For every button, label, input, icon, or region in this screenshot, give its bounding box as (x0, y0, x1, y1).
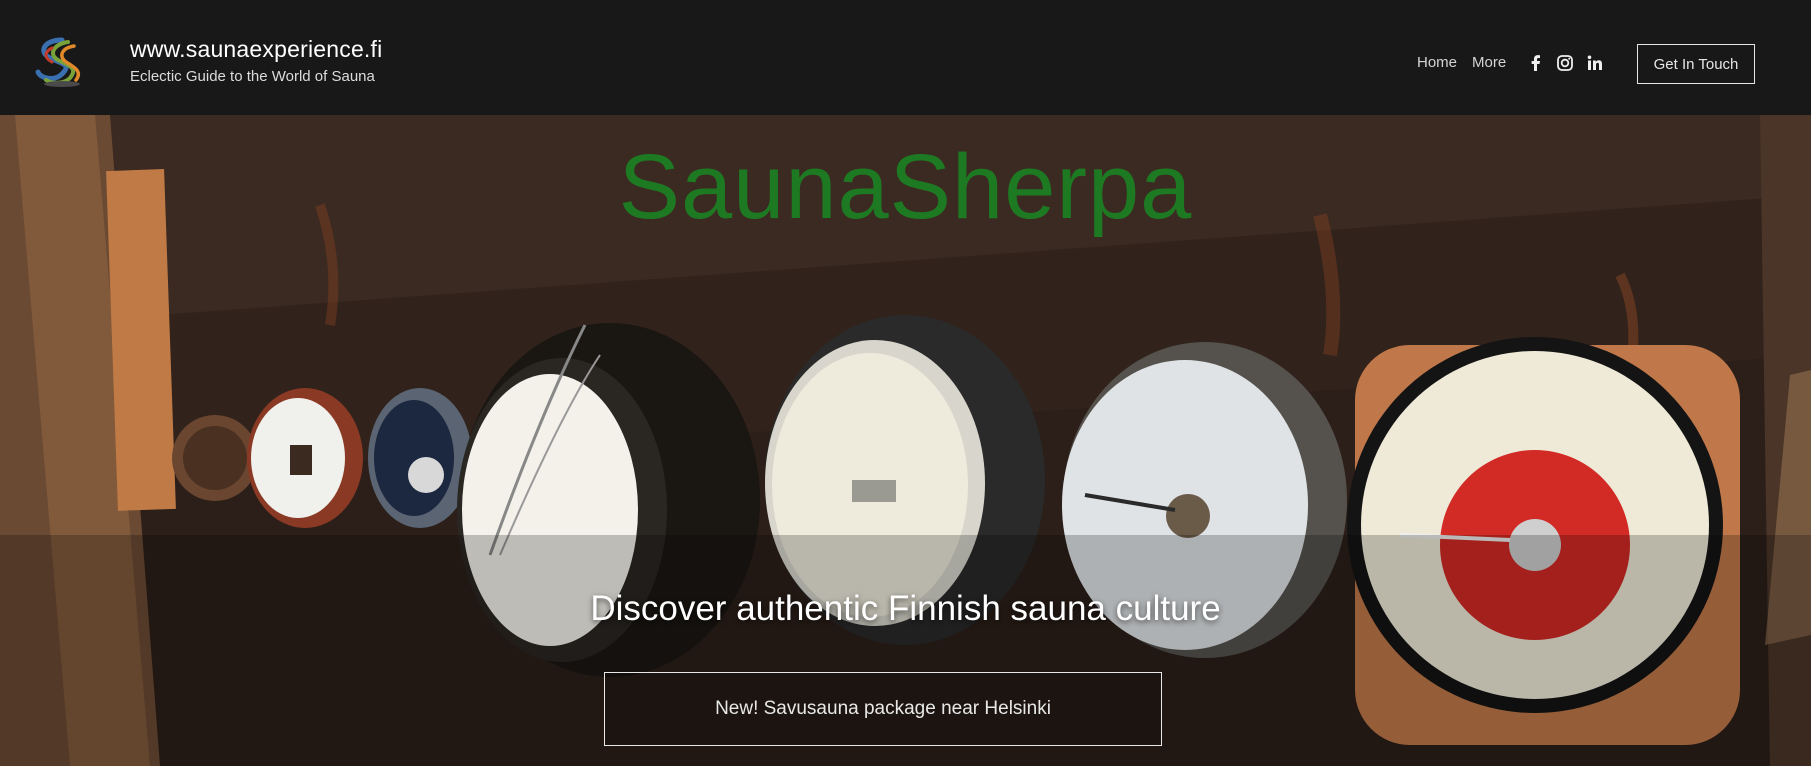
site-tagline: Eclectic Guide to the World of Sauna (130, 68, 375, 85)
linkedin-icon[interactable] (1586, 54, 1604, 72)
hero-section: SaunaSherpa Discover authentic Finnish s… (0, 115, 1811, 766)
get-in-touch-button[interactable]: Get In Touch (1637, 44, 1755, 84)
site-logo[interactable] (32, 34, 92, 90)
hero-title: SaunaSherpa (618, 136, 1193, 238)
facebook-icon[interactable] (1527, 54, 1545, 72)
site-header: www.saunaexperience.fi Eclectic Guide to… (0, 0, 1811, 115)
instagram-icon[interactable] (1556, 54, 1574, 72)
nav-more[interactable]: More (1472, 54, 1506, 71)
hero-subtitle: Discover authentic Finnish sauna culture (590, 589, 1221, 628)
site-title[interactable]: www.saunaexperience.fi (130, 36, 382, 63)
nav-home[interactable]: Home (1417, 54, 1457, 71)
savusauna-package-button[interactable]: New! Savusauna package near Helsinki (604, 672, 1162, 746)
